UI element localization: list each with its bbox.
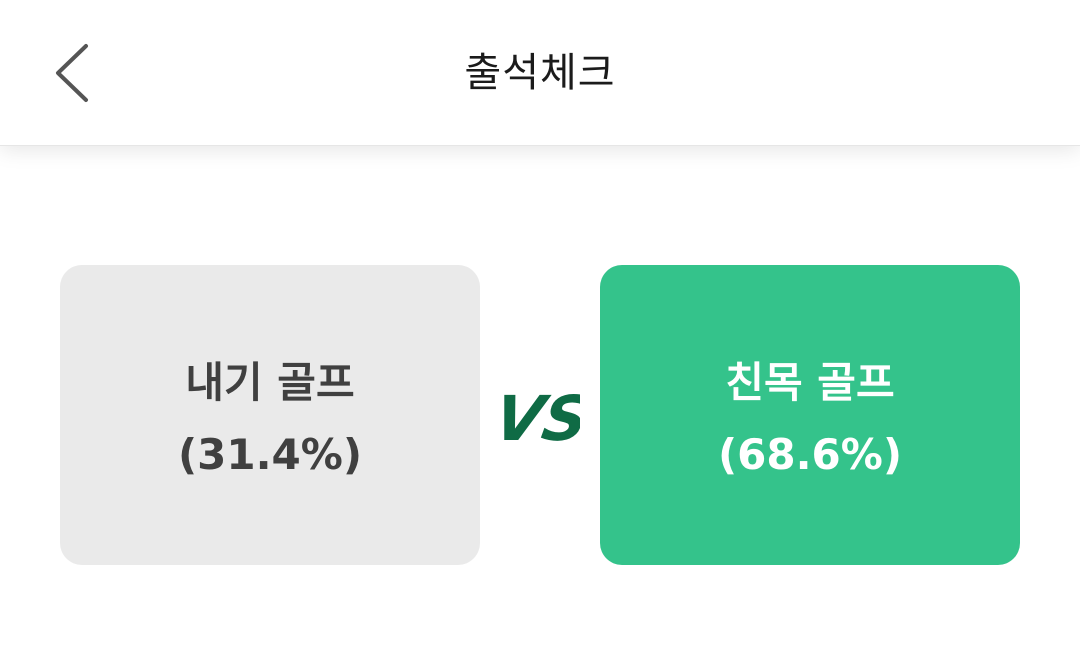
vs-text: VS [500,382,580,454]
option-label: 내기 골프 [185,358,355,407]
option-percent: (68.6%) [717,430,903,479]
option-card-friendly-golf[interactable]: 친목 골프 (68.6%) [600,265,1020,565]
option-percent: (31.4%) [177,430,363,479]
page-title: 출석체크 [464,50,616,96]
option-label: 친목 골프 [725,358,895,407]
vs-icon: VS [500,382,580,454]
poll-area: 내기 골프 (31.4%) VS 친목 골프 (68.6%) [0,146,1080,671]
option-card-betting-golf[interactable]: 내기 골프 (31.4%) [60,265,480,565]
top-app-bar: 출석체크 [0,0,1080,146]
